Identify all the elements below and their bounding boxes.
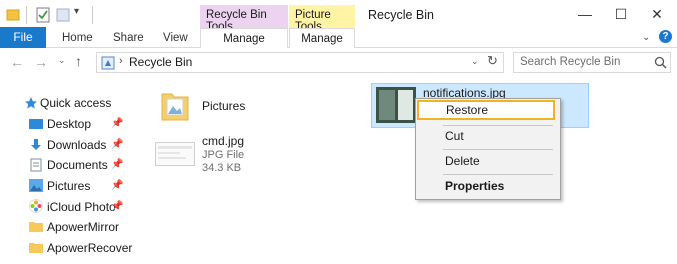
sidebar-item-icloud-photo[interactable]: iCloud Photo	[47, 197, 116, 217]
menu-item-restore[interactable]: Restore	[417, 100, 555, 120]
file-type: JPG File	[202, 149, 245, 161]
forward-arrow-icon[interactable]: →	[34, 54, 48, 70]
image-thumbnail[interactable]	[155, 142, 195, 166]
folder-icon	[6, 9, 20, 21]
breadcrumb-separator-icon[interactable]: ›	[119, 55, 123, 67]
sidebar-item-documents[interactable]: Documents	[47, 155, 108, 175]
pictures-icon	[29, 179, 43, 192]
sidebar-item-pictures[interactable]: Pictures	[47, 176, 90, 196]
sidebar-item-quick-access[interactable]: Quick access	[40, 93, 111, 113]
tab-file[interactable]: File	[0, 27, 46, 48]
pin-icon: 📌	[111, 118, 124, 129]
pin-icon: 📌	[111, 201, 124, 212]
file-name-pictures[interactable]: Pictures	[202, 99, 245, 113]
recent-locations-icon[interactable]: ⌄	[58, 55, 66, 66]
sidebar-item-desktop[interactable]: Desktop	[47, 114, 91, 134]
sidebar	[12, 91, 24, 264]
back-arrow-icon[interactable]: ←	[10, 54, 24, 70]
recycle-bin-icon	[101, 56, 115, 70]
search-icon[interactable]	[654, 56, 667, 69]
up-arrow-icon[interactable]: ↑	[75, 53, 82, 69]
sidebar-item-downloads[interactable]: Downloads	[47, 135, 106, 155]
pin-icon: 📌	[111, 139, 124, 150]
sidebar-item-apowerrecover[interactable]: ApowerRecover	[47, 238, 132, 258]
search-placeholder: Search Recycle Bin	[520, 56, 621, 68]
star-icon	[25, 97, 37, 109]
pin-icon: 📌	[111, 159, 124, 170]
file-size: 34.3 KB	[202, 162, 242, 174]
customize-qat-icon[interactable]: ▾	[74, 6, 79, 17]
window-title: Recycle Bin	[368, 8, 434, 22]
folder-icon[interactable]	[160, 88, 190, 122]
properties-icon[interactable]	[36, 7, 50, 23]
desktop-icon	[29, 119, 43, 129]
image-thumbnail[interactable]	[376, 87, 416, 123]
address-dropdown-icon[interactable]: ⌄	[471, 56, 479, 67]
folder-icon	[29, 243, 43, 253]
tab-view[interactable]: View	[163, 30, 188, 47]
recycle-bin-tools-header: Recycle Bin Tools	[200, 5, 288, 33]
tab-home[interactable]: Home	[62, 30, 93, 47]
close-button[interactable]: ✕	[647, 4, 667, 24]
tab-manage-picture[interactable]: Manage	[289, 28, 355, 48]
tab-manage-recycle-bin[interactable]: Manage	[200, 28, 288, 48]
help-icon[interactable]: ?	[659, 30, 672, 43]
breadcrumb[interactable]: Recycle Bin	[129, 55, 192, 69]
file-name-cmd[interactable]: cmd.jpg	[202, 134, 244, 148]
expand-ribbon-icon[interactable]: ⌄	[642, 32, 650, 43]
folder-icon	[29, 222, 43, 232]
menu-item-properties[interactable]: Properties	[416, 176, 560, 196]
download-icon	[31, 139, 41, 150]
new-folder-icon[interactable]	[56, 7, 70, 23]
documents-icon	[30, 158, 42, 172]
refresh-icon[interactable]: ↻	[487, 53, 498, 69]
icloud-photo-icon	[29, 199, 43, 213]
menu-separator	[443, 149, 553, 150]
picture-tools-header: Picture Tools	[289, 5, 355, 33]
sidebar-item-apowermirror[interactable]: ApowerMirror	[47, 217, 119, 237]
menu-separator	[443, 174, 553, 175]
menu-item-delete[interactable]: Delete	[416, 151, 560, 171]
minimize-button[interactable]: —	[575, 4, 595, 24]
maximize-button[interactable]: ☐	[611, 4, 631, 24]
menu-item-cut[interactable]: Cut	[416, 126, 560, 146]
tab-share[interactable]: Share	[113, 30, 144, 47]
pin-icon: 📌	[111, 180, 124, 191]
